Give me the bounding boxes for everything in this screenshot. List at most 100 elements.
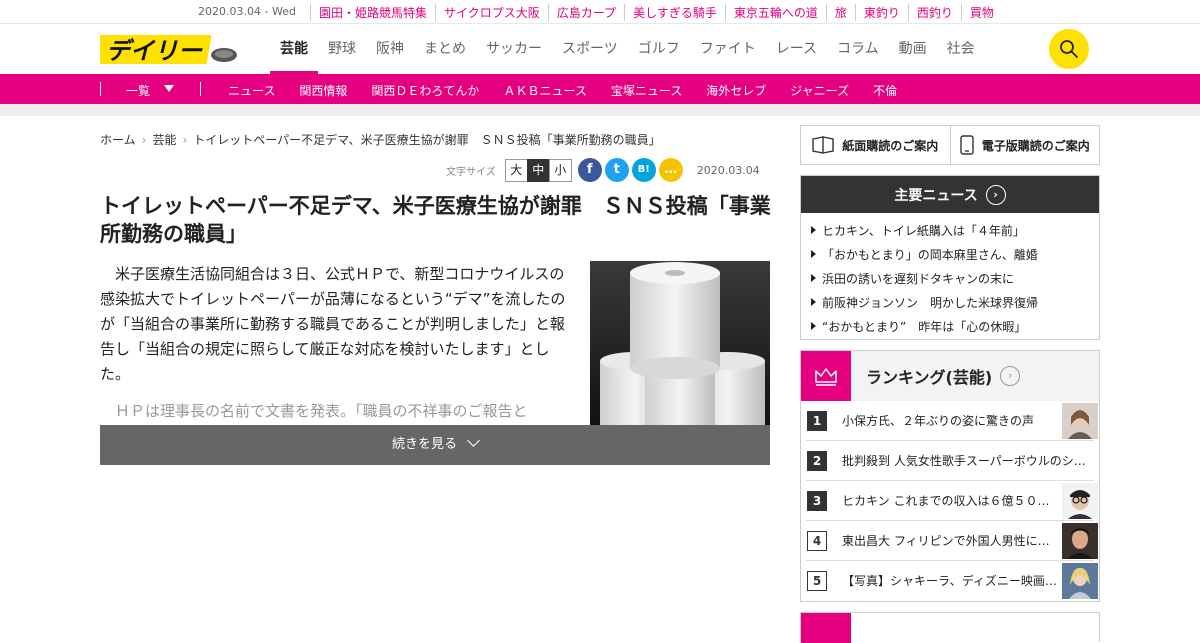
font-size-small-button[interactable]: 小 (548, 158, 572, 182)
digital-subscribe-link[interactable]: 電子版購読のご案内 (949, 126, 1100, 164)
news-item[interactable]: 前阪神ジョンソン 明かした米球界復帰 (801, 291, 1099, 315)
special-link[interactable]: 旅 (825, 4, 855, 21)
news-item-text: ヒカキン、トイレ紙購入は「４年前」 (822, 224, 1025, 238)
news-item-text: 前阪神ジョンソン 明かした米球界復帰 (822, 296, 1039, 310)
special-link[interactable]: 園田・姫路競馬特集 (310, 4, 435, 21)
breadcrumb-current: トイレットペーパー不足デマ、米子医療生協が謝罪 ＳＮＳ投稿「事業所勤務の職員」 (193, 133, 661, 147)
nav-column[interactable]: コラム (827, 24, 889, 74)
daily-logo[interactable]: デイリー (100, 33, 240, 66)
article-body: 米子医療生活協同組合は３日、公式ＨＰで、新型コロナウイルスの感染拡大でトイレット… (100, 262, 568, 424)
rank-text: 批判殺到 人気女性歌手スーパーボウルのシ… (842, 454, 1086, 468)
subnav-item[interactable]: 不倫 (861, 82, 909, 99)
bullet-triangle-icon (811, 226, 816, 234)
nav-race[interactable]: レース (766, 24, 827, 74)
news-item[interactable]: ヒカキン、トイレ紙購入は「４年前」 (801, 219, 1099, 243)
site-header: デイリー 芸能 野球 阪神 まとめ サッカー スポーツ ゴルフ ファイト レース… (0, 24, 1200, 74)
rank-thumbnail (1062, 563, 1098, 599)
main-news-header[interactable]: 主要ニュース › (801, 176, 1099, 213)
nav-matome[interactable]: まとめ (414, 24, 476, 74)
smartphone-icon (960, 135, 974, 155)
print-subscribe-link[interactable]: 紙面購読のご案内 (801, 126, 950, 164)
nav-golf[interactable]: ゴルフ (628, 24, 690, 74)
font-size-label: 文字サイズ (446, 166, 496, 178)
font-size-medium-button[interactable]: 中 (526, 158, 550, 182)
special-link[interactable]: 広島カープ (547, 4, 624, 21)
toilet-paper-photo (590, 261, 770, 425)
chevron-right-icon[interactable]: › (1000, 366, 1021, 386)
subscribe-box: 紙面購読のご案内 電子版購読のご案内 (800, 125, 1100, 165)
ranking-item[interactable]: 4 東出昌大 フィリピンで外国人男性に… (806, 521, 1098, 561)
chevron-right-icon[interactable]: › (985, 184, 1006, 205)
special-link[interactable]: 西釣り (907, 4, 961, 21)
rank-number: 1 (807, 411, 827, 431)
ranking-item[interactable]: 5 【写真】シャキーラ、ディズニー映画… (806, 561, 1098, 601)
ranking-item[interactable]: 1 小保方氏、２年ぶりの姿に驚きの声 (806, 401, 1098, 441)
sub-nav: 一覧 ニュース 関西情報 関西ＤＥわろてんか ＡＫＢニュース 宝塚ニュース 海外… (0, 74, 1200, 104)
read-more-button[interactable]: 続きを見る (100, 425, 770, 465)
subnav-item[interactable]: ジャニーズ (778, 82, 861, 99)
special-links: 園田・姫路競馬特集 サイクロプス大阪 広島カープ 美しすぎる騎手 東京五輪への道… (310, 4, 1002, 21)
font-size-large-button[interactable]: 大 (504, 158, 528, 182)
facebook-icon[interactable]: f (577, 158, 602, 182)
nav-fight[interactable]: ファイト (690, 24, 766, 74)
twitter-icon[interactable]: t (604, 158, 629, 182)
subnav-item[interactable]: 海外セレブ (694, 82, 778, 99)
rank-thumbnail (1062, 523, 1098, 559)
top-strip: 2020.03.04 - Wed 園田・姫路競馬特集 サイクロプス大阪 広島カー… (0, 0, 1200, 24)
read-more-label: 続きを見る (391, 437, 457, 452)
chevron-down-icon[interactable] (164, 85, 174, 92)
article-headline: トイレットペーパー不足デマ、米子医療生協が謝罪 ＳＮＳ投稿「事業所勤務の職員」 (100, 194, 771, 246)
breadcrumb-home[interactable]: ホーム (100, 133, 136, 147)
comment-icon[interactable]: … (658, 158, 683, 182)
rank-thumbnail (1062, 483, 1098, 519)
search-button[interactable] (1049, 29, 1089, 69)
rank-number: 2 (807, 451, 827, 471)
hatena-bookmark-icon[interactable]: B! (631, 158, 656, 182)
ranking-header[interactable]: ランキング(芸能) › (801, 351, 1099, 401)
ranking-item[interactable]: 2 批判殺到 人気女性歌手スーパーボウルのシ… (806, 441, 1094, 481)
main-news-box: 主要ニュース › ヒカキン、トイレ紙購入は「４年前」 「おかもとまり」の岡本麻里… (800, 175, 1100, 340)
nav-entertainment[interactable]: 芸能 (270, 24, 318, 74)
rank-number: 3 (807, 491, 827, 511)
news-item-text: 「おかもとまり」の岡本麻里さん、離婚 (822, 248, 1038, 262)
article-photo[interactable] (590, 261, 770, 425)
crown-icon (815, 368, 837, 386)
special-link[interactable]: 東釣り (854, 4, 908, 21)
divider (200, 82, 201, 96)
subnav-item[interactable]: 関西情報 (287, 82, 359, 99)
article-paragraph: 米子医療生活協同組合は３日、公式ＨＰで、新型コロナウイルスの感染拡大でトイレット… (100, 265, 566, 383)
newspaper-icon (812, 136, 834, 154)
news-item[interactable]: “おかもとまり” 昨年は「心の休暇」 (801, 315, 1099, 339)
special-link[interactable]: 東京五輪への道 (724, 4, 826, 21)
list-dropdown[interactable]: 一覧 (126, 82, 150, 99)
ranking-box: ランキング(芸能) › 1 小保方氏、２年ぶりの姿に驚きの声 2 批判殺到 人気… (800, 350, 1100, 602)
news-item[interactable]: 「おかもとまり」の岡本麻里さん、離婚 (801, 243, 1099, 267)
nav-soccer[interactable]: サッカー (476, 24, 552, 74)
chevron-right-icon: › (182, 133, 188, 147)
subnav-item[interactable]: 関西ＤＥわろてんか (359, 82, 491, 99)
main-news-list: ヒカキン、トイレ紙購入は「４年前」 「おかもとまり」の岡本麻里さん、離婚 浜田の… (801, 213, 1099, 339)
subnav-item[interactable]: ニュース (216, 82, 287, 99)
news-item[interactable]: 浜田の誘いを遅刻ドタキャンの末に (801, 267, 1099, 291)
nav-society[interactable]: 社会 (937, 24, 985, 74)
breadcrumb: ホーム › 芸能 › トイレットペーパー不足デマ、米子医療生協が謝罪 ＳＮＳ投稿「事業所… (100, 131, 661, 148)
sub-nav-items: ニュース 関西情報 関西ＤＥわろてんか ＡＫＢニュース 宝塚ニュース 海外セレブ… (216, 82, 909, 99)
article-tools: 文字サイズ 大 中 小 f t B! … 2020.03.04 (446, 158, 760, 182)
bullet-triangle-icon (811, 298, 816, 306)
special-link[interactable]: サイクロプス大阪 (435, 4, 548, 21)
special-link[interactable]: 買物 (960, 4, 1002, 21)
rank-thumbnail (1062, 403, 1098, 439)
breadcrumb-category[interactable]: 芸能 (152, 133, 176, 147)
current-date: 2020.03.04 - Wed (198, 5, 296, 18)
bullet-triangle-icon (811, 250, 816, 258)
subnav-item[interactable]: 宝塚ニュース (599, 82, 694, 99)
ranking-item[interactable]: 3 ヒカキン これまでの収入は６億５０… (806, 481, 1098, 521)
nav-hanshin[interactable]: 阪神 (366, 24, 414, 74)
nav-baseball[interactable]: 野球 (318, 24, 366, 74)
nav-video[interactable]: 動画 (889, 24, 937, 74)
special-link[interactable]: 美しすぎる騎手 (624, 4, 725, 21)
nav-sports[interactable]: スポーツ (552, 24, 628, 74)
subnav-item[interactable]: ＡＫＢニュース (491, 82, 598, 99)
article-paragraph-faded: ＨＰは理事長の名前で文書を発表。「職員の不祥事のご報告と (115, 402, 528, 420)
article-date: 2020.03.04 (696, 163, 760, 177)
